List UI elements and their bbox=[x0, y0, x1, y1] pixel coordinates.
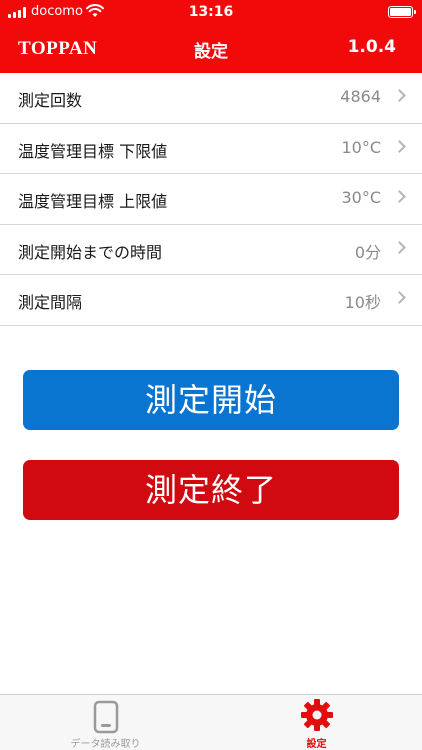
start-measurement-button[interactable]: 測定開始 bbox=[23, 370, 399, 430]
tab-label: 設定 bbox=[306, 739, 327, 750]
setting-value: 10秒 bbox=[344, 293, 381, 312]
setting-value: 4864 bbox=[340, 87, 381, 106]
battery-icon bbox=[388, 6, 416, 18]
header-bar: docomo 13:16 TOPPAN 設定 1.0.4 bbox=[0, 0, 422, 73]
setting-label: 測定間隔 bbox=[18, 293, 83, 312]
status-time: 13:16 bbox=[188, 4, 234, 20]
setting-label: 測定回数 bbox=[18, 91, 83, 110]
tab-label: データ読み取り bbox=[70, 739, 141, 750]
setting-row-start-delay[interactable]: 測定開始までの時間 0分 bbox=[0, 224, 422, 275]
chevron-right-icon bbox=[393, 89, 406, 102]
tab-settings[interactable]: 設定 bbox=[211, 695, 422, 750]
stop-measurement-button[interactable]: 測定終了 bbox=[23, 460, 399, 520]
settings-list: 測定回数 4864 温度管理目標 下限値 10°C 温度管理目標 上限値 30°… bbox=[0, 73, 422, 326]
setting-label: 温度管理目標 下限値 bbox=[18, 141, 168, 161]
chevron-right-icon bbox=[393, 240, 406, 254]
setting-row-temp-lower-limit[interactable]: 温度管理目標 下限値 10°C bbox=[0, 123, 422, 174]
tab-bar: データ読み取り 設定 bbox=[0, 694, 422, 750]
setting-row-temp-upper-limit[interactable]: 温度管理目標 上限値 30°C bbox=[0, 174, 422, 225]
setting-value: 30°C bbox=[341, 188, 381, 207]
navigation-bar: TOPPAN 設定 1.0.4 bbox=[0, 26, 422, 72]
chevron-right-icon bbox=[393, 190, 406, 203]
phone-icon bbox=[93, 700, 118, 734]
setting-value: 10°C bbox=[341, 137, 381, 157]
status-bar: docomo 13:16 bbox=[0, 0, 422, 24]
chevron-right-icon bbox=[393, 291, 406, 304]
gear-icon bbox=[300, 699, 333, 731]
setting-row-measurement-interval[interactable]: 測定間隔 10秒 bbox=[0, 275, 422, 326]
setting-label: 温度管理目標 上限値 bbox=[18, 192, 168, 211]
tab-data-read[interactable]: データ読み取り bbox=[0, 695, 211, 750]
setting-row-measurement-count[interactable]: 測定回数 4864 bbox=[0, 73, 422, 124]
setting-label: 測定開始までの時間 bbox=[18, 242, 163, 262]
setting-value: 0分 bbox=[354, 242, 381, 262]
chevron-right-icon bbox=[393, 139, 406, 153]
app-version: 1.0.4 bbox=[347, 37, 396, 57]
